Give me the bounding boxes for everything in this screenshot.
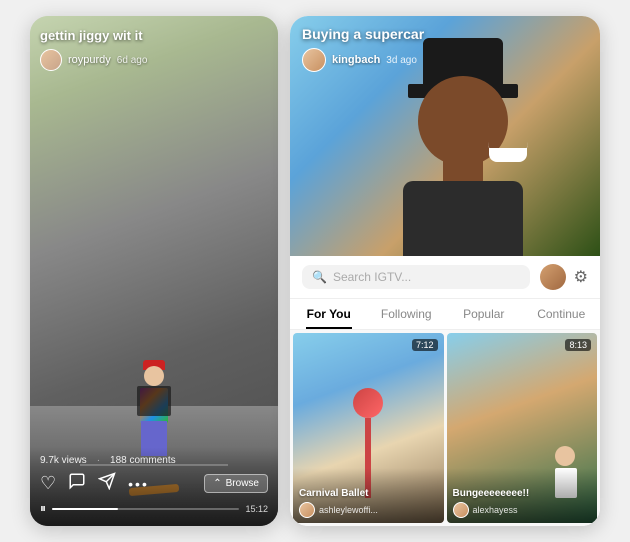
tab-continue-label: Continue: [537, 307, 585, 321]
skater-head: [144, 366, 164, 386]
separator: ·: [97, 455, 100, 466]
igtv-user-row: kingbach 3d ago: [302, 48, 588, 72]
thumb-title-right: Bungeeeeeeee!!: [453, 488, 592, 499]
duration: 15:12: [245, 504, 268, 514]
browse-label: Browse: [226, 478, 259, 489]
thumb-username-right: alexhayess: [473, 505, 518, 515]
pause-button[interactable]: ⏸: [40, 501, 46, 516]
thumb-bottom-left: Carnival Ballet ashleylewoffi...: [293, 468, 444, 523]
tab-following-label: Following: [381, 307, 432, 321]
progress-bar[interactable]: [52, 508, 239, 510]
video-thumb-right[interactable]: 8:13 Bungeeeeeeee!! alexhayess: [447, 333, 598, 523]
face-head: [418, 76, 508, 166]
igtv-video-title: Buying a supercar: [302, 26, 588, 42]
progress-fill: [52, 508, 118, 510]
tab-for-you[interactable]: For You: [290, 299, 368, 329]
tab-for-you-label: For You: [307, 307, 351, 321]
carousel-top: [353, 388, 383, 418]
person-face: [373, 56, 553, 256]
search-input-area[interactable]: 🔍 Search IGTV...: [302, 265, 530, 289]
actions-row: ♡ ••• ⌃ Browse: [40, 472, 268, 495]
person-right-head: [555, 446, 575, 466]
thumb-user-row-right: alexhayess: [453, 502, 592, 518]
thumb-avatar-right: [453, 502, 469, 518]
right-content: Buying a supercar kingbach 3d ago 🔍 Sear…: [290, 16, 600, 526]
video-bottom: 9.7k views · 188 comments ♡: [30, 447, 278, 526]
avatar[interactable]: [40, 49, 62, 71]
video-top-overlay: Buying a supercar kingbach 3d ago: [290, 16, 600, 82]
igtv-tabs: For You Following Popular Continue: [290, 299, 600, 330]
share-button[interactable]: [98, 472, 116, 495]
search-input[interactable]: Search IGTV...: [333, 270, 411, 284]
thumb-duration-left: 7:12: [412, 339, 438, 351]
igtv-video-top: Buying a supercar kingbach 3d ago: [290, 16, 600, 256]
face-body: [403, 181, 523, 256]
user-row: roypurdy 6d ago: [40, 49, 268, 71]
video-thumb-left[interactable]: 7:12 Carnival Ballet ashleylewoffi...: [293, 333, 444, 523]
thumb-duration-right: 8:13: [565, 339, 591, 351]
tab-following[interactable]: Following: [368, 299, 446, 329]
video-title: gettin jiggy wit it: [40, 28, 268, 43]
tab-popular[interactable]: Popular: [445, 299, 523, 329]
igtv-username[interactable]: kingbach: [332, 54, 380, 66]
search-right-icons: ⚙: [540, 264, 588, 290]
tab-popular-label: Popular: [463, 307, 504, 321]
user-avatar[interactable]: [540, 264, 566, 290]
progress-row: ⏸ 15:12: [40, 501, 268, 516]
browse-button[interactable]: ⌃ Browse: [204, 474, 268, 493]
thumb-user-row-left: ashleylewoffi...: [299, 502, 438, 518]
left-video-bg: gettin jiggy wit it roypurdy 6d ago 9.7k…: [30, 16, 278, 526]
more-button[interactable]: •••: [128, 476, 149, 492]
username[interactable]: roypurdy: [68, 54, 111, 66]
face-teeth: [489, 148, 527, 162]
stats-row: 9.7k views · 188 comments: [40, 455, 268, 466]
comments-stat: 188 comments: [110, 455, 176, 466]
igtv-search-bar: 🔍 Search IGTV... ⚙: [290, 256, 600, 299]
thumb-title-left: Carnival Ballet: [299, 488, 438, 499]
phones-container: gettin jiggy wit it roypurdy 6d ago 9.7k…: [30, 16, 600, 526]
skater-jacket: [137, 386, 171, 416]
right-phone: Buying a supercar kingbach 3d ago 🔍 Sear…: [290, 16, 600, 526]
igtv-time-ago: 3d ago: [386, 55, 417, 66]
chevron-up-icon: ⌃: [213, 478, 221, 489]
tab-continue[interactable]: Continue: [523, 299, 601, 329]
thumb-username-left: ashleylewoffi...: [319, 505, 378, 515]
video-top-info: gettin jiggy wit it roypurdy 6d ago: [40, 28, 268, 71]
gear-icon[interactable]: ⚙: [574, 267, 588, 287]
comment-button[interactable]: [68, 472, 86, 495]
search-icon: 🔍: [312, 270, 327, 284]
left-phone: gettin jiggy wit it roypurdy 6d ago 9.7k…: [30, 16, 278, 526]
thumb-avatar-left: [299, 502, 315, 518]
video-grid: 7:12 Carnival Ballet ashleylewoffi...: [290, 330, 600, 526]
thumb-bottom-right: Bungeeeeeeee!! alexhayess: [447, 468, 598, 523]
views-stat: 9.7k views: [40, 455, 87, 466]
igtv-avatar[interactable]: [302, 48, 326, 72]
time-ago: 6d ago: [117, 55, 148, 66]
like-button[interactable]: ♡: [40, 473, 56, 494]
